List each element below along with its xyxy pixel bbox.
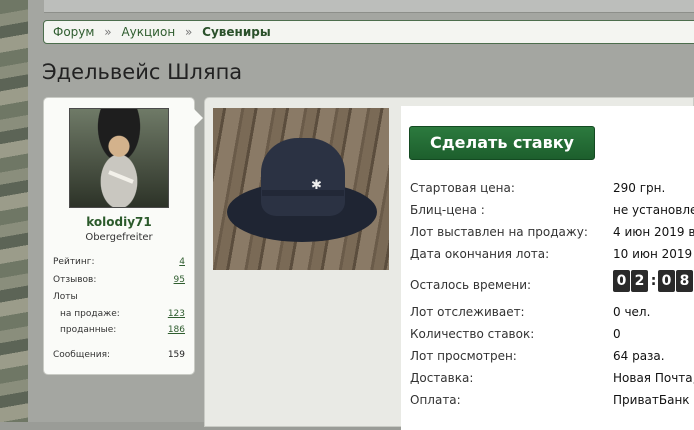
- on-sale-label: на продаже:: [60, 309, 120, 319]
- page-title: Эдельвейс Шляпа: [42, 60, 243, 84]
- end-date-value: 10 июн 2019 в: [613, 247, 694, 261]
- sold-label: проданные:: [60, 325, 117, 335]
- payment-label: Оплата:: [410, 393, 461, 407]
- camouflage-background: [0, 0, 28, 422]
- end-date-label: Дата окончания лота:: [410, 247, 550, 261]
- reviews-label: Отзывов:: [53, 275, 97, 285]
- breadcrumb: Форум » Аукцион » Сувениры: [43, 20, 694, 44]
- rating-label: Рейтинг:: [53, 257, 95, 267]
- rating-value[interactable]: 4: [179, 257, 185, 267]
- listed-date-value: 4 июн 2019 в: [613, 225, 694, 239]
- timer-separator: :: [650, 273, 657, 289]
- user-card: kolodiy71 Obergefreiter Рейтинг: 4 Отзыв…: [43, 97, 195, 375]
- breadcrumb-current[interactable]: Сувениры: [202, 25, 271, 39]
- start-price-label: Стартовая цена:: [410, 181, 515, 195]
- top-bar: [44, 0, 694, 13]
- blitz-price-value: не установлен: [613, 203, 694, 217]
- watchers-value: 0 чел.: [613, 305, 651, 319]
- on-sale-value[interactable]: 123: [168, 309, 185, 319]
- payment-value: ПриватБанк: [613, 393, 690, 407]
- messages-label: Сообщения:: [53, 350, 111, 360]
- breadcrumb-item-forum[interactable]: Форум: [53, 25, 94, 39]
- blitz-price-label: Блиц-цена :: [410, 203, 485, 217]
- lot-panel: ✱ Сделать ставку Стартовая цена: 290 грн…: [204, 97, 694, 430]
- breadcrumb-separator: »: [185, 25, 193, 39]
- lots-label: Лоты: [53, 292, 78, 302]
- start-price-value: 290 грн.: [613, 181, 666, 195]
- messages-value: 159: [167, 350, 185, 360]
- views-value: 64 раза.: [613, 349, 665, 363]
- username-link[interactable]: kolodiy71: [44, 215, 194, 229]
- listed-date-label: Лот выставлен на продажу:: [410, 225, 588, 239]
- delivery-value: Новая Почта,: [613, 371, 694, 385]
- bids-count-value: 0: [613, 327, 621, 341]
- place-bid-button[interactable]: Сделать ставку: [409, 126, 595, 160]
- lot-photo[interactable]: ✱: [213, 108, 389, 270]
- timer-digit: 0: [658, 270, 675, 292]
- hat-crown: [261, 138, 345, 216]
- watchers-label: Лот отслеживает:: [410, 305, 525, 319]
- time-remaining-label: Осталось времени:: [410, 278, 532, 292]
- delivery-label: Доставка:: [410, 371, 474, 385]
- sold-value[interactable]: 186: [168, 325, 185, 335]
- speech-arrow: [193, 108, 203, 128]
- countdown-timer: 02:08:: [613, 270, 694, 292]
- timer-digit: 2: [631, 270, 648, 292]
- user-rank: Obergefreiter: [85, 232, 153, 243]
- reviews-value[interactable]: 95: [174, 275, 185, 285]
- timer-digit: 8: [676, 270, 693, 292]
- cigarette-detail: [108, 170, 134, 184]
- views-label: Лот просмотрен:: [410, 349, 517, 363]
- bids-count-label: Количество ставок:: [410, 327, 535, 341]
- avatar[interactable]: [69, 108, 169, 208]
- breadcrumb-item-auction[interactable]: Аукцион: [121, 25, 175, 39]
- breadcrumb-separator: »: [104, 25, 112, 39]
- timer-digit: 0: [613, 270, 630, 292]
- hat-band: [262, 190, 344, 196]
- lot-info: Сделать ставку Стартовая цена: 290 грн. …: [401, 106, 694, 430]
- edelweiss-icon: ✱: [311, 178, 322, 193]
- page: Форум » Аукцион » Сувениры Эдельвейс Шля…: [28, 0, 694, 430]
